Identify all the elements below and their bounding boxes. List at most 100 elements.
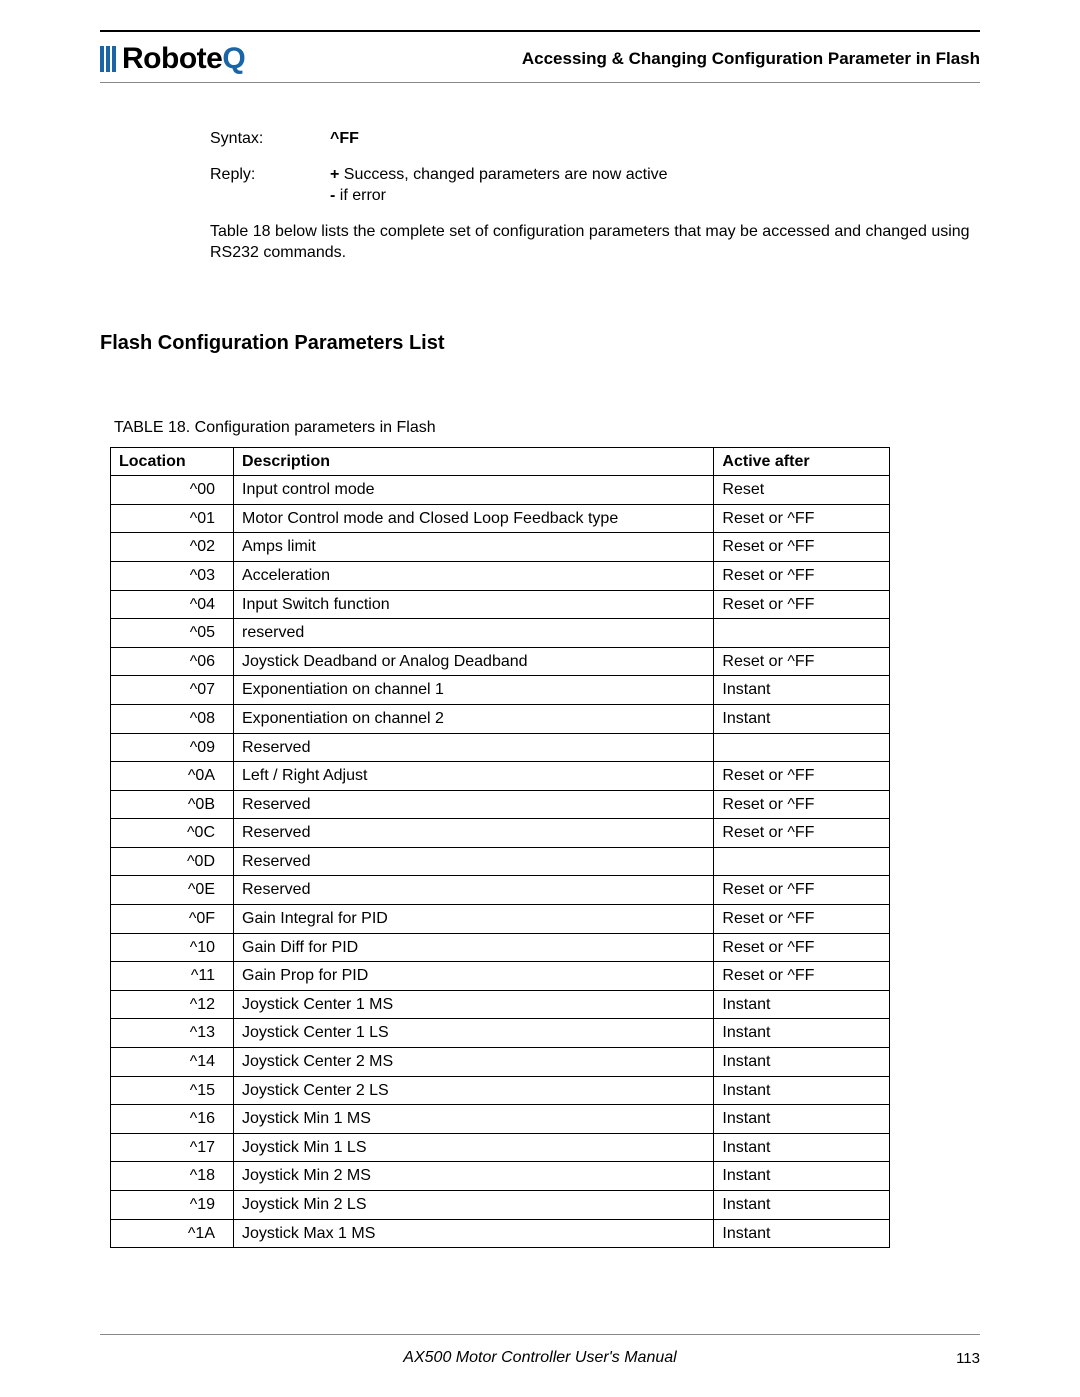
table-row: ^1AJoystick Max 1 MSInstant: [111, 1219, 890, 1248]
page-number: 113: [956, 1350, 980, 1367]
reply-line1-prefix: +: [330, 166, 339, 183]
cell-location: ^03: [111, 561, 234, 590]
cell-location: ^15: [111, 1076, 234, 1105]
table-row: ^05reserved: [111, 619, 890, 648]
table-row: ^0EReservedReset or ^FF: [111, 876, 890, 905]
flash-parameters-table: Location Description Active after ^00Inp…: [110, 447, 890, 1249]
table-row: ^18Joystick Min 2 MSInstant: [111, 1162, 890, 1191]
cell-active-after: Instant: [714, 1191, 890, 1220]
table-row: ^12Joystick Center 1 MSInstant: [111, 990, 890, 1019]
table-row: ^17Joystick Min 1 LSInstant: [111, 1133, 890, 1162]
header-title: Accessing & Changing Configuration Param…: [522, 49, 980, 69]
cell-description: Input control mode: [234, 476, 714, 505]
cell-description: Joystick Max 1 MS: [234, 1219, 714, 1248]
cell-description: Motor Control mode and Closed Loop Feedb…: [234, 504, 714, 533]
cell-description: Joystick Min 2 MS: [234, 1162, 714, 1191]
cell-active-after: Reset or ^FF: [714, 762, 890, 791]
brand-logo: RoboteQ: [100, 42, 245, 76]
cell-active-after: Reset or ^FF: [714, 790, 890, 819]
cell-active-after: Reset or ^FF: [714, 819, 890, 848]
reply-row: Reply: + Success, changed parameters are…: [210, 164, 970, 207]
cell-description: Amps limit: [234, 533, 714, 562]
cell-active-after: Reset or ^FF: [714, 876, 890, 905]
cell-location: ^19: [111, 1191, 234, 1220]
cell-location: ^0F: [111, 905, 234, 934]
cell-description: Reserved: [234, 847, 714, 876]
cell-location: ^10: [111, 933, 234, 962]
cell-description: Gain Prop for PID: [234, 962, 714, 991]
footer-title: AX500 Motor Controller User's Manual: [100, 1349, 980, 1367]
table-row: ^03AccelerationReset or ^FF: [111, 561, 890, 590]
table-row: ^11Gain Prop for PIDReset or ^FF: [111, 962, 890, 991]
cell-active-after: Instant: [714, 1048, 890, 1077]
table-row: ^16Joystick Min 1 MSInstant: [111, 1105, 890, 1134]
cell-active-after: [714, 847, 890, 876]
cell-location: ^06: [111, 647, 234, 676]
table-row: ^13Joystick Center 1 LSInstant: [111, 1019, 890, 1048]
cell-location: ^17: [111, 1133, 234, 1162]
cell-description: Joystick Min 1 MS: [234, 1105, 714, 1134]
cell-description: Reserved: [234, 819, 714, 848]
top-rule: [100, 30, 980, 32]
cell-description: Gain Integral for PID: [234, 905, 714, 934]
table-row: ^0FGain Integral for PIDReset or ^FF: [111, 905, 890, 934]
cell-active-after: Instant: [714, 1162, 890, 1191]
cell-description: Joystick Center 2 MS: [234, 1048, 714, 1077]
table-row: ^19Joystick Min 2 LSInstant: [111, 1191, 890, 1220]
cell-description: Joystick Center 1 LS: [234, 1019, 714, 1048]
reply-value: + Success, changed parameters are now ac…: [330, 164, 970, 207]
cell-location: ^0A: [111, 762, 234, 791]
cell-active-after: Instant: [714, 704, 890, 733]
cell-description: Joystick Min 2 LS: [234, 1191, 714, 1220]
cell-active-after: Reset or ^FF: [714, 905, 890, 934]
cell-location: ^05: [111, 619, 234, 648]
table-row: ^08Exponentiation on channel 2Instant: [111, 704, 890, 733]
body: Syntax: ^FF Reply: + Success, changed pa…: [100, 128, 980, 1248]
page: RoboteQ Accessing & Changing Configurati…: [0, 0, 1080, 1397]
cell-active-after: Instant: [714, 1105, 890, 1134]
cell-location: ^04: [111, 590, 234, 619]
table-row: ^10Gain Diff for PIDReset or ^FF: [111, 933, 890, 962]
reply-label: Reply:: [210, 164, 330, 207]
cell-location: ^0C: [111, 819, 234, 848]
header-rule: [100, 82, 980, 83]
cell-active-after: Instant: [714, 1219, 890, 1248]
cell-description: Reserved: [234, 733, 714, 762]
cell-location: ^01: [111, 504, 234, 533]
table-row: ^0DReserved: [111, 847, 890, 876]
cell-location: ^1A: [111, 1219, 234, 1248]
intro-paragraph: Table 18 below lists the complete set of…: [210, 221, 970, 264]
cell-active-after: Reset or ^FF: [714, 504, 890, 533]
cell-description: Gain Diff for PID: [234, 933, 714, 962]
cell-active-after: Reset: [714, 476, 890, 505]
brand-q: Q: [222, 42, 245, 75]
table-row: ^00Input control modeReset: [111, 476, 890, 505]
cell-description: Exponentiation on channel 2: [234, 704, 714, 733]
cell-active-after: Instant: [714, 676, 890, 705]
table-row: ^06Joystick Deadband or Analog DeadbandR…: [111, 647, 890, 676]
reply-line2-rest: if error: [335, 187, 386, 204]
cell-location: ^12: [111, 990, 234, 1019]
cell-location: ^0B: [111, 790, 234, 819]
header: RoboteQ Accessing & Changing Configurati…: [100, 42, 980, 86]
cell-location: ^02: [111, 533, 234, 562]
table-row: ^0BReservedReset or ^FF: [111, 790, 890, 819]
cell-location: ^13: [111, 1019, 234, 1048]
cell-active-after: Instant: [714, 1133, 890, 1162]
cell-active-after: Reset or ^FF: [714, 933, 890, 962]
col-location: Location: [111, 447, 234, 476]
cell-active-after: [714, 733, 890, 762]
cell-active-after: Reset or ^FF: [714, 647, 890, 676]
table-header-row: Location Description Active after: [111, 447, 890, 476]
cell-description: Reserved: [234, 790, 714, 819]
col-active-after: Active after: [714, 447, 890, 476]
syntax-label: Syntax:: [210, 128, 330, 150]
table-row: ^07Exponentiation on channel 1Instant: [111, 676, 890, 705]
cell-description: Joystick Center 1 MS: [234, 990, 714, 1019]
cell-location: ^09: [111, 733, 234, 762]
cell-location: ^00: [111, 476, 234, 505]
cell-description: reserved: [234, 619, 714, 648]
definition-block: Syntax: ^FF Reply: + Success, changed pa…: [210, 128, 970, 264]
cell-location: ^07: [111, 676, 234, 705]
table-caption: TABLE 18. Configuration parameters in Fl…: [114, 417, 980, 439]
